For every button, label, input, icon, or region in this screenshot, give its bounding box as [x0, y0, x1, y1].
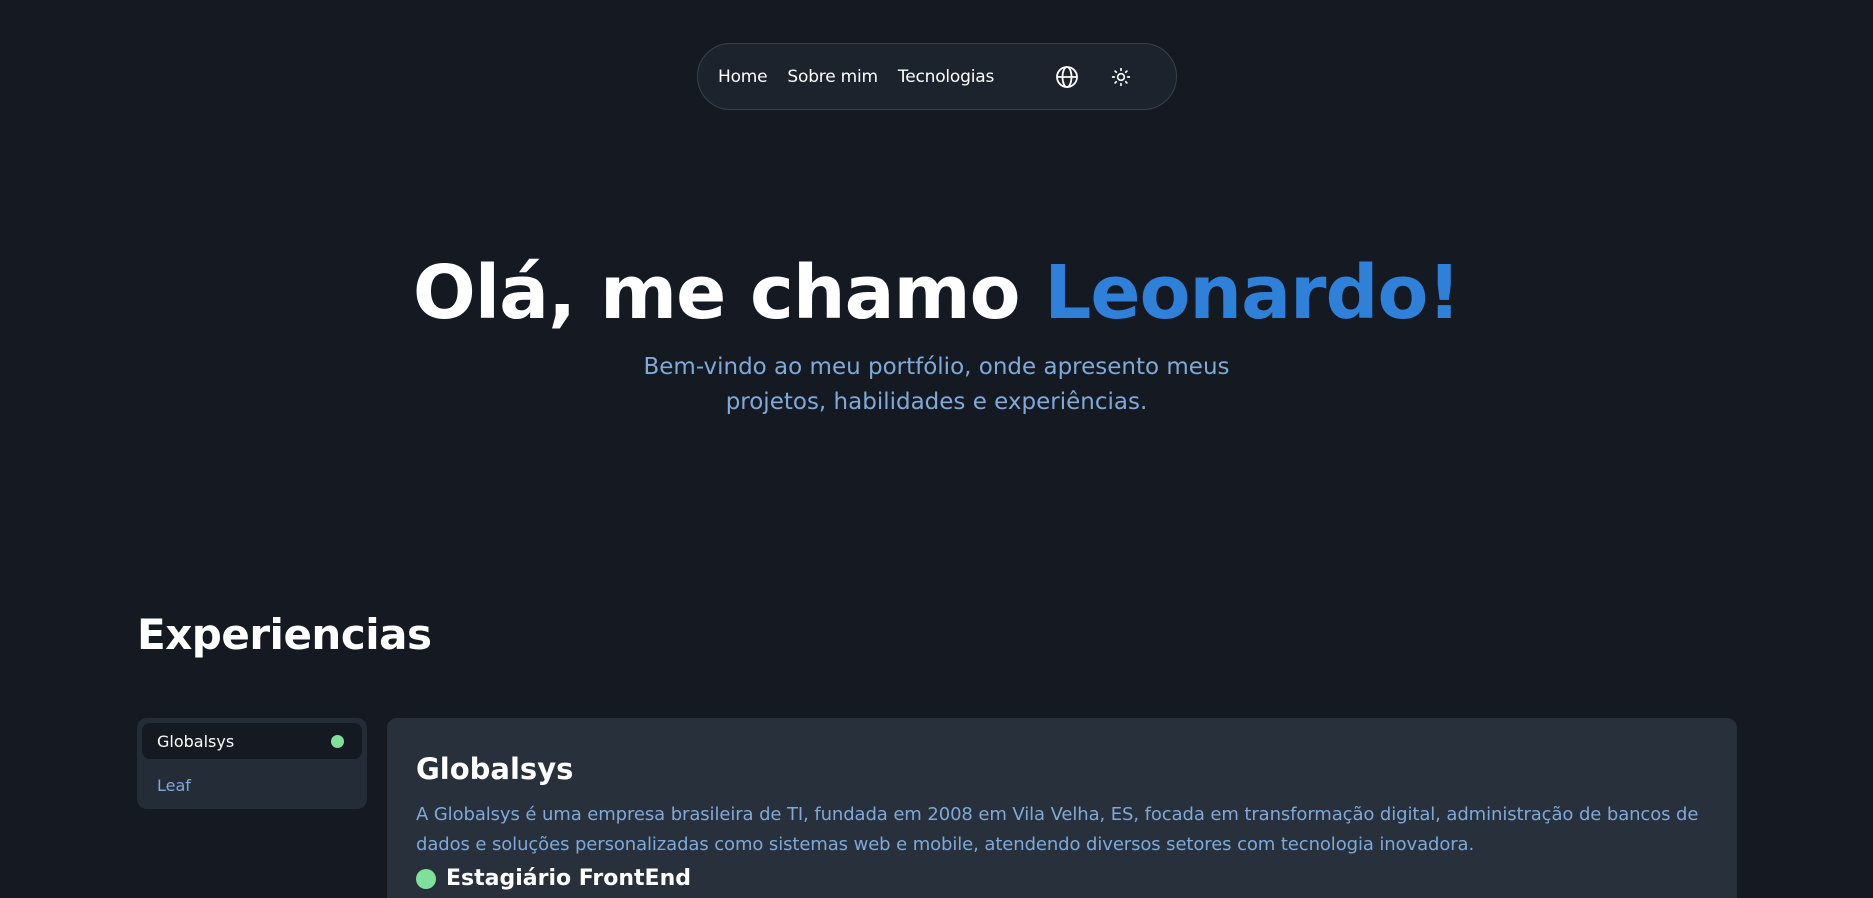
navbar: Home Sobre mim Tecnologias — [697, 43, 1177, 110]
nav-link-tecnologias[interactable]: Tecnologias — [898, 67, 994, 87]
hero-title-name: Leonardo! — [1044, 250, 1461, 336]
hero-title: Olá, me chamo Leonardo! — [0, 248, 1873, 338]
experience-role: Estagiário FrontEnd — [416, 866, 1708, 891]
experience-tabs: Globalsys Leaf — [137, 718, 367, 809]
hero-subtitle: Bem-vindo ao meu portfólio, onde apresen… — [643, 354, 1230, 415]
nav-icons — [1054, 64, 1156, 90]
nav-link-sobre-mim[interactable]: Sobre mim — [787, 67, 878, 87]
theme-toggle-button[interactable] — [1108, 64, 1134, 90]
experience-card: Globalsys A Globalsys é uma empresa bras… — [387, 718, 1737, 898]
experience-description: A Globalsys é uma empresa brasileira de … — [416, 804, 1699, 855]
hero-title-prefix: Olá, me chamo — [412, 250, 1045, 336]
active-indicator-dot — [331, 734, 344, 748]
page: Home Sobre mim Tecnologias Olá, me chamo… — [0, 0, 1873, 898]
experience-tab-label: Leaf — [157, 775, 191, 795]
experience-tab-leaf[interactable]: Leaf — [142, 767, 362, 803]
experience-heading: Experiencias — [137, 610, 432, 659]
nav-links: Home Sobre mim Tecnologias — [718, 67, 994, 87]
experience-role-title: Estagiário FrontEnd — [446, 866, 691, 891]
experience-tab-globalsys[interactable]: Globalsys — [142, 723, 362, 759]
nav-link-home[interactable]: Home — [718, 67, 768, 87]
experience-tab-label: Globalsys — [157, 731, 235, 751]
experience-company: Globalsys — [416, 752, 574, 786]
hero-section: Olá, me chamo Leonardo! Bem-vindo ao meu… — [0, 248, 1873, 420]
language-button[interactable] — [1054, 64, 1080, 90]
role-status-dot — [416, 868, 436, 889]
globe-icon — [1056, 65, 1078, 88]
sun-icon — [1111, 67, 1131, 86]
